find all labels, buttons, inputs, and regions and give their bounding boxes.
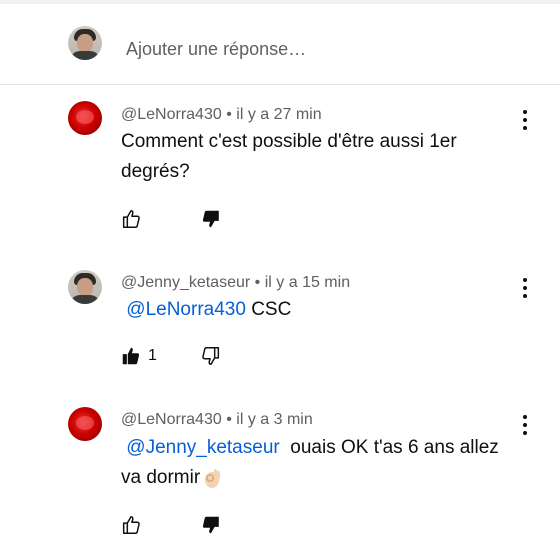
thumb-up-icon[interactable] bbox=[120, 514, 142, 536]
comment-time: il y a 27 min bbox=[236, 106, 322, 123]
more-vertical-icon[interactable] bbox=[519, 278, 531, 298]
avatar[interactable] bbox=[68, 101, 102, 135]
thumb-down-icon[interactable] bbox=[200, 345, 222, 367]
comment-meta: @LeNorra430 • il y a 27 min bbox=[121, 106, 322, 124]
reply-input[interactable]: Ajouter une réponse… bbox=[126, 39, 306, 60]
comment-meta: @Jenny_ketaseur • il y a 15 min bbox=[121, 274, 350, 292]
like-count: 1 bbox=[148, 347, 157, 364]
comment-meta: @LeNorra430 • il y a 3 min bbox=[121, 411, 313, 429]
comment-body-line1: ouais OK t'as 6 ans allez bbox=[290, 437, 499, 458]
thumb-up-icon[interactable] bbox=[120, 208, 142, 230]
comment-text: @LeNorra430 CSC bbox=[121, 295, 521, 325]
meta-separator: • bbox=[226, 411, 232, 428]
comment-body: CSC bbox=[251, 299, 292, 320]
comment-text: @Jenny_ketaseur ouais OK t'as 6 ans alle… bbox=[121, 433, 531, 493]
avatar[interactable] bbox=[68, 407, 102, 441]
mention-link[interactable]: @LeNorra430 bbox=[126, 299, 246, 320]
meta-separator: • bbox=[226, 106, 232, 123]
comment-author[interactable]: @Jenny_ketaseur bbox=[121, 274, 250, 291]
more-vertical-icon[interactable] bbox=[519, 110, 531, 130]
thumb-down-icon[interactable] bbox=[200, 208, 222, 230]
reply-bar[interactable]: Ajouter une réponse… bbox=[0, 4, 560, 85]
comment-text: Comment c'est possible d'être aussi 1er … bbox=[121, 131, 457, 182]
comment-time: il y a 15 min bbox=[264, 274, 351, 291]
thumb-down-icon[interactable] bbox=[200, 514, 222, 536]
mention-link[interactable]: @Jenny_ketaseur bbox=[126, 437, 279, 458]
ok-hand-emoji bbox=[205, 468, 221, 488]
comment-body-line2: va dormir bbox=[121, 467, 201, 488]
comment-author[interactable]: @LeNorra430 bbox=[121, 106, 222, 123]
more-vertical-icon[interactable] bbox=[519, 415, 531, 435]
comment-author[interactable]: @LeNorra430 bbox=[121, 411, 222, 428]
thumb-up-filled-icon[interactable] bbox=[120, 345, 142, 367]
comment-time: il y a 3 min bbox=[236, 411, 313, 428]
meta-separator: • bbox=[254, 274, 261, 291]
current-user-avatar bbox=[68, 26, 102, 60]
avatar[interactable] bbox=[68, 270, 102, 304]
